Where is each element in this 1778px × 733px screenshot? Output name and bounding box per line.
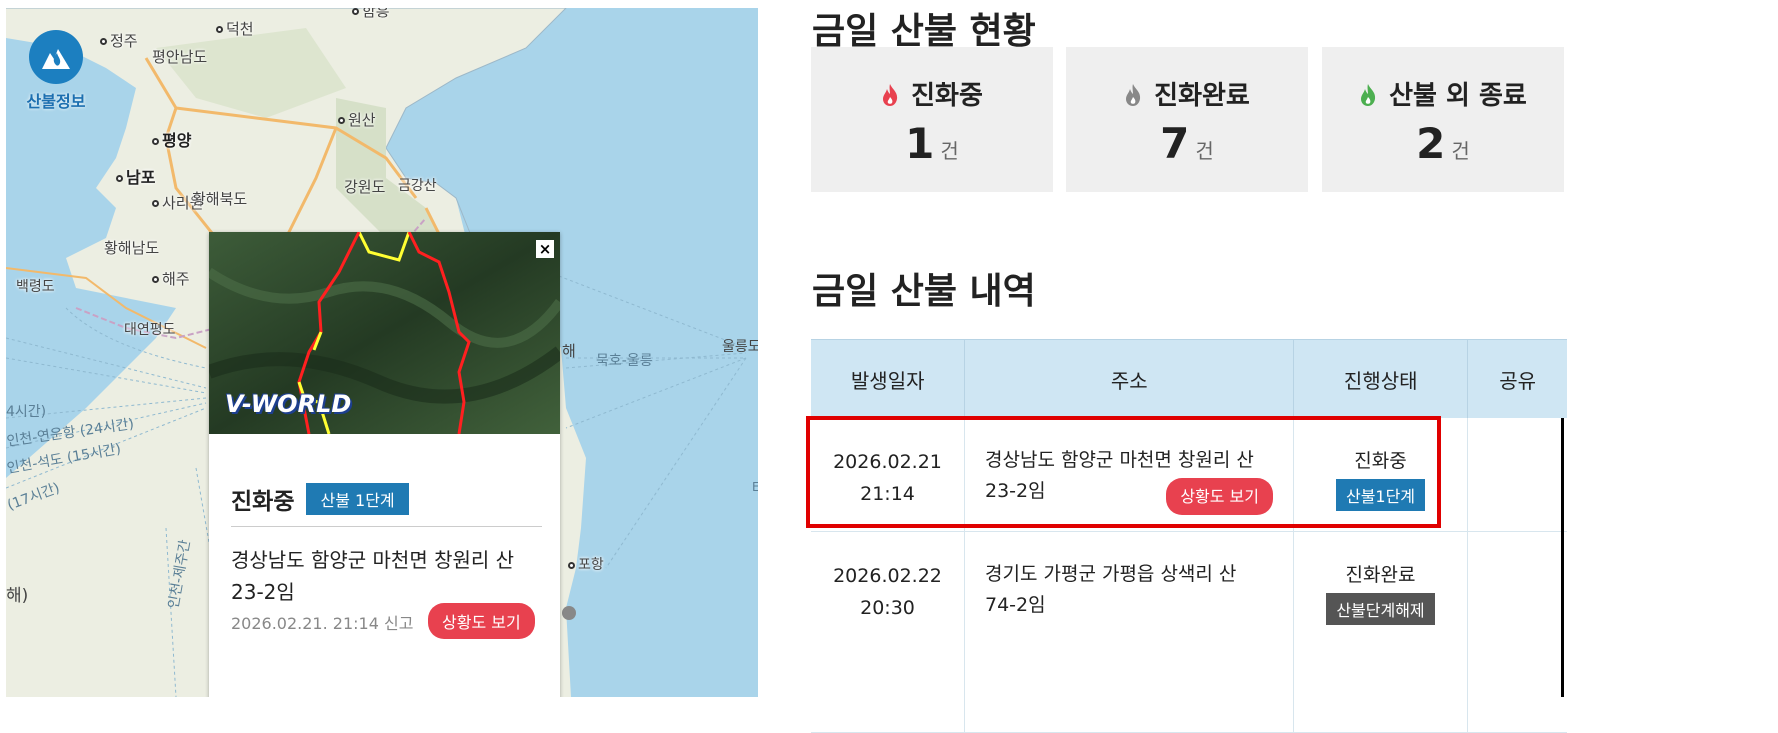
table-row[interactable]: 2026.02.21 21:14 경상남도 함양군 마천면 창원리 산 23-2임… bbox=[811, 418, 1567, 532]
row-address: 경기도 가평군 가평읍 상색리 산 74-2임 bbox=[965, 532, 1294, 732]
col-header-status[interactable]: 진행상태 bbox=[1294, 340, 1469, 418]
fire-logo-icon bbox=[29, 30, 83, 84]
map-view[interactable]: 정주 덕천 함흥 평안남도 평양 원산 남포 사리원 황해북도 강원도 금강산 … bbox=[6, 8, 758, 697]
map-label-geumgangsan: 금강산 bbox=[398, 178, 437, 194]
table-header: 발생일자 주소 진행상태 공유 bbox=[811, 339, 1567, 418]
row-share[interactable] bbox=[1468, 532, 1567, 732]
popup-close-button[interactable]: × bbox=[536, 240, 554, 258]
map-label-daeyeonpyeongdo: 대연평도 bbox=[124, 322, 176, 338]
map-label-deokcheon: 덕천 bbox=[216, 18, 254, 39]
flame-red-icon bbox=[881, 83, 899, 114]
stat-count-extinguished: 7 bbox=[1160, 119, 1190, 168]
table-row[interactable]: 2026.02.22 20:30 경기도 가평군 가평읍 상색리 산 74-2임 … bbox=[811, 532, 1567, 733]
popup-date: 2026.02.21. 21:14 신고 bbox=[231, 614, 414, 633]
vworld-watermark: V-WORLD bbox=[225, 390, 352, 418]
stat-card-other-closed: 산불 외 종료 2건 bbox=[1322, 47, 1564, 192]
stat-count-in-progress: 1 bbox=[905, 119, 935, 168]
stat-label-extinguished: 진화완료 bbox=[1154, 81, 1250, 111]
map-label-pyeongannamdo: 평안남도 bbox=[152, 48, 208, 66]
map-label-gangwondo: 강원도 bbox=[344, 178, 386, 196]
stat-unit: 건 bbox=[940, 139, 959, 163]
row-view-map-button[interactable]: 상황도 보기 bbox=[1166, 478, 1273, 515]
popup-view-map-button[interactable]: 상황도 보기 bbox=[428, 603, 535, 639]
stat-count-other-closed: 2 bbox=[1416, 119, 1446, 168]
map-label-nampo: 남포 bbox=[116, 164, 155, 188]
map-label-route-1: 4시간) bbox=[6, 404, 47, 420]
row-address: 경상남도 함양군 마천면 창원리 산 23-2임 상황도 보기 bbox=[965, 418, 1294, 531]
map-label-hwanghaenamdo: 황해남도 bbox=[104, 239, 160, 257]
stat-unit: 건 bbox=[1451, 139, 1470, 163]
stat-card-extinguished: 진화완료 7건 bbox=[1066, 47, 1308, 192]
table-scrollbar[interactable] bbox=[1561, 418, 1564, 697]
map-label-pyongyang: 평양 bbox=[152, 127, 191, 151]
fire-popup: V-WORLD × 진화중 산불 1단계 경상남도 함양군 마천면 창원리 산2… bbox=[209, 232, 560, 697]
map-label-wonsan: 원산 bbox=[338, 109, 376, 130]
map-label-hamheung: 함흥 bbox=[352, 8, 390, 21]
col-header-share[interactable]: 공유 bbox=[1468, 340, 1567, 418]
row-status: 진화완료 산불단계해제 bbox=[1294, 532, 1468, 732]
row-share[interactable] bbox=[1468, 418, 1567, 531]
row-date: 2026.02.22 20:30 bbox=[811, 532, 965, 732]
fire-logo-label: 산불정보 bbox=[26, 92, 86, 111]
popup-status: 진화중 bbox=[231, 489, 295, 515]
history-table: 발생일자 주소 진행상태 공유 2026.02.21 21:14 경상남도 함양군… bbox=[811, 339, 1567, 733]
map-label-pohang: 포항 bbox=[568, 554, 604, 574]
fire-info-logo[interactable]: 산불정보 bbox=[24, 30, 88, 112]
stat-label-other-closed: 산불 외 종료 bbox=[1389, 81, 1527, 111]
map-label-hwanghaebukdo: 황해북도 bbox=[192, 190, 248, 208]
map-label-edge: E bbox=[752, 480, 758, 494]
flame-gray-icon bbox=[1124, 83, 1142, 114]
map-label-haeju: 해주 bbox=[152, 268, 190, 289]
popup-stage-badge: 산불 1단계 bbox=[306, 483, 409, 515]
col-header-date[interactable]: 발생일자 bbox=[811, 340, 966, 418]
row-stage-badge: 산불1단계 bbox=[1335, 479, 1426, 511]
map-label-jeongju: 정주 bbox=[100, 30, 138, 51]
map-label-baengnyeongdo: 백령도 bbox=[16, 279, 55, 295]
row-stage-badge: 산불단계해제 bbox=[1326, 593, 1435, 625]
flame-green-icon bbox=[1359, 83, 1377, 114]
map-label-sea-east: 해 bbox=[562, 342, 576, 360]
satellite-image: V-WORLD × bbox=[209, 232, 560, 434]
map-label-ulleungdo: 울릉도 bbox=[722, 339, 758, 355]
map-label-mukho-ulleung: 묵호-울릉 bbox=[596, 353, 653, 369]
col-header-address[interactable]: 주소 bbox=[965, 340, 1295, 418]
row-date: 2026.02.21 21:14 bbox=[811, 418, 965, 531]
stat-unit: 건 bbox=[1195, 139, 1214, 163]
popup-address: 경상남도 함양군 마천면 창원리 산23-2임 bbox=[231, 548, 515, 604]
stat-card-in-progress: 진화중 1건 bbox=[811, 47, 1053, 192]
map-label-sea-west: 해) bbox=[6, 586, 29, 606]
popup-divider bbox=[231, 526, 542, 527]
stat-label-in-progress: 진화중 bbox=[911, 81, 983, 111]
row-status: 진화중 산불1단계 bbox=[1294, 418, 1468, 531]
history-title: 금일 산불 내역 bbox=[812, 271, 1036, 312]
